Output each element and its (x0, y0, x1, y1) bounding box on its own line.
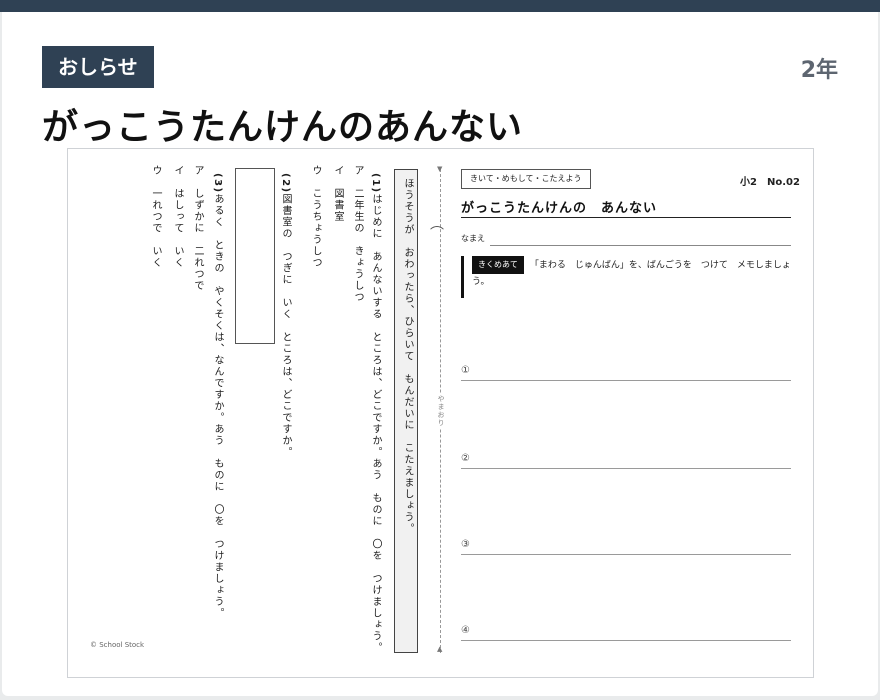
copyright-text: © School Stock (90, 641, 145, 649)
skill-label: きいて・めもして・こたえよう (461, 169, 591, 189)
question-3-option-b: イ はしって いく (172, 165, 183, 269)
category-badge: おしらせ (42, 46, 154, 88)
name-label: なまえ (461, 234, 485, 243)
question-3-option-a: ア しずかに 二れつで (192, 165, 203, 292)
listening-goal: きくめあて 「まわる じゅんばん」を、ばんごうを つけて メモしましょう。 (461, 256, 791, 298)
instruction-text: ほうそうが おわったら、ひらいて もんだいに こたえましょう。 (402, 178, 413, 535)
answer-mark-2: ② (461, 453, 470, 464)
question-2: (2)図書室の つぎに いく ところは、どこですか。 (278, 173, 292, 458)
question-2-answer-box (235, 168, 275, 344)
answer-line-4: ④ (461, 625, 791, 641)
worksheet-preview: ほうそうが おわったら、ひらいて もんだいに こたえましょう。 (1)はじめに … (67, 148, 814, 678)
name-line (490, 245, 791, 246)
question-1-option-a: ア 二年生の きょうしつ (352, 165, 363, 303)
page-title: がっこうたんけんのあんない (42, 107, 524, 148)
title-rule (461, 217, 791, 218)
answer-mark-4: ④ (461, 625, 470, 636)
question-2-text: 図書室の つぎに いく ところは、どこですか。 (280, 193, 291, 459)
fold-icon: ⌒ (430, 226, 444, 242)
sheet-number: 小2 No.02 (740, 177, 800, 188)
question-1-option-b: イ 図書室 (332, 165, 343, 223)
sheet-title: がっこうたんけんの あんない (461, 201, 658, 216)
fold-arrow-bottom-icon: ▲ (437, 645, 443, 653)
fold-arrow-top-icon: ▼ (437, 165, 443, 173)
question-2-number: (2) (280, 173, 291, 194)
fold-label: やまおり (436, 393, 446, 429)
question-3-number: (3) (212, 173, 223, 194)
question-1-text: はじめに あんないする ところは、どこですか。あう ものに 〇を つけましょう。 (370, 193, 381, 654)
answer-mark-1: ① (461, 365, 470, 376)
listening-goal-tag: きくめあて (472, 256, 524, 274)
answer-mark-3: ③ (461, 539, 470, 550)
question-1: (1)はじめに あんないする ところは、どこですか。あう ものに 〇を つけまし… (368, 173, 382, 654)
answer-line-2: ② (461, 453, 791, 469)
question-3: (3)あるく ときの やくそくは、なんですか。あう ものに 〇を つけましょう。 (210, 173, 224, 619)
top-bar (0, 0, 880, 12)
question-3-text: あるく ときの やくそくは、なんですか。あう ものに 〇を つけましょう。 (212, 193, 223, 620)
grade-label: 2年 (800, 58, 838, 83)
answer-line-1: ① (461, 365, 791, 381)
question-1-number: (1) (370, 173, 381, 194)
instruction-box: ほうそうが おわったら、ひらいて もんだいに こたえましょう。 (394, 169, 418, 653)
question-3-option-c: ウ 一れつで いく (150, 165, 161, 269)
listening-goal-text: きくめあて 「まわる じゅんばん」を、ばんごうを つけて メモしましょう。 (472, 256, 791, 290)
answer-line-3: ③ (461, 539, 791, 555)
question-1-option-c: ウ こうちょうしつ (310, 165, 321, 269)
